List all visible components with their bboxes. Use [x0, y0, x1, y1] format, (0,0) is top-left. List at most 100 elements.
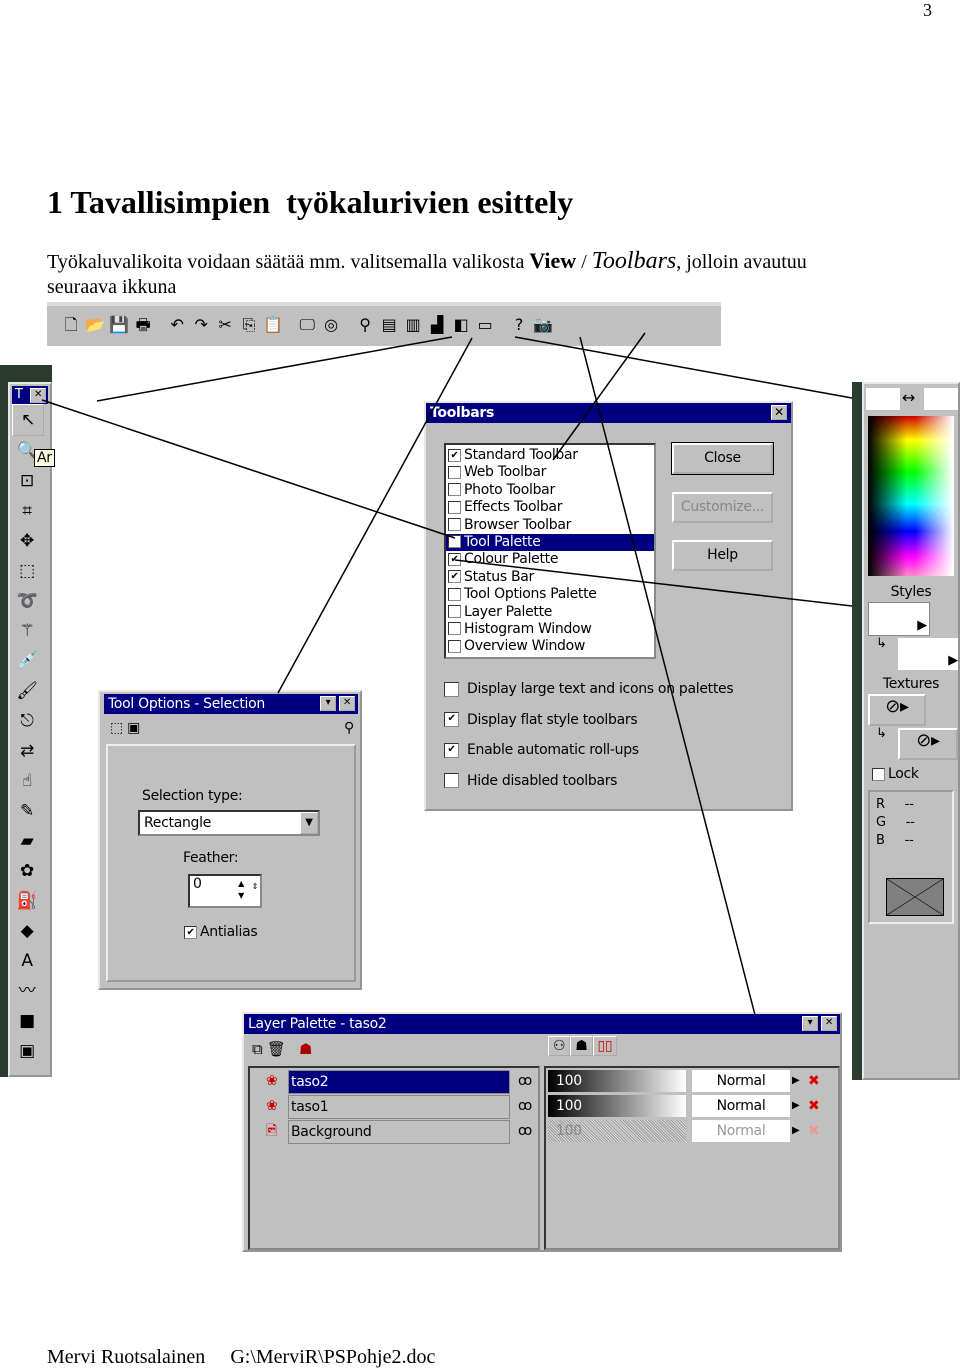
tool-options-icon[interactable]: ▤: [377, 313, 401, 337]
dropper-icon[interactable]: 💉: [12, 646, 42, 676]
visibility-icon[interactable]: ꝏ: [518, 1095, 532, 1117]
feather-input[interactable]: 0 ▲ ▼ ⇕: [188, 874, 262, 908]
text-icon[interactable]: A: [12, 946, 42, 976]
dialog-close-icon[interactable]: ✕: [771, 405, 787, 420]
visibility-icon[interactable]: ꝏ: [518, 1120, 532, 1142]
toolbars-icon[interactable]: ⚲: [353, 313, 377, 337]
tab-groups[interactable]: ▯▯: [592, 1036, 618, 1056]
rollup-icon[interactable]: ▾: [802, 1016, 818, 1031]
swap-arrow-icon[interactable]: ↳: [876, 636, 887, 651]
print-icon[interactable]: 🖶: [131, 313, 155, 337]
deform-icon[interactable]: ⊡: [12, 466, 42, 496]
help-icon[interactable]: ?: [507, 313, 531, 337]
object-selector-icon[interactable]: ▣: [12, 1036, 42, 1066]
lock-transparency-icon[interactable]: ✖: [808, 1070, 820, 1092]
option-checkbox[interactable]: Hide disabled toolbars: [444, 773, 733, 804]
close-icon[interactable]: ✕: [821, 1016, 837, 1031]
new-icon[interactable]: 🗋: [59, 313, 83, 337]
redo-icon[interactable]: ↷: [189, 313, 213, 337]
lock-transparency-icon[interactable]: ✖: [808, 1095, 820, 1117]
arrow-right-icon[interactable]: ▶: [792, 1095, 800, 1117]
help-button[interactable]: Help: [672, 540, 773, 571]
opacity-slider[interactable]: 100: [548, 1120, 686, 1142]
checkbox[interactable]: [448, 587, 461, 601]
lock-transparency-icon[interactable]: ✖: [808, 1120, 820, 1142]
draw-icon[interactable]: 〰: [12, 976, 42, 1006]
rollup-icon[interactable]: ▾: [320, 696, 336, 711]
copy-icon[interactable]: ⎘: [237, 313, 261, 337]
layer-name[interactable]: taso1: [288, 1095, 510, 1119]
options-tab-icon[interactable]: ⚲: [344, 720, 354, 736]
toolbar-list-item[interactable]: Histogram Window: [446, 621, 654, 638]
undo-icon[interactable]: ↶: [165, 313, 189, 337]
foreground-texture[interactable]: ⊘▸: [868, 694, 926, 726]
selection-icon[interactable]: ⬚: [12, 556, 42, 586]
new-layer-icon[interactable]: ⧉: [252, 1040, 263, 1058]
arrow-right-icon[interactable]: ▶: [792, 1120, 800, 1142]
crop-icon[interactable]: ⌗: [12, 496, 42, 526]
layers-icon[interactable]: ◧: [449, 313, 473, 337]
background-texture[interactable]: ⊘▸: [898, 728, 958, 760]
tab-mask[interactable]: ☗: [570, 1036, 593, 1056]
checkbox[interactable]: [444, 681, 459, 697]
chevron-down-icon[interactable]: ▼: [300, 812, 318, 834]
toolbar-list-item[interactable]: Overview Window: [446, 638, 654, 655]
checkbox[interactable]: [444, 773, 459, 788]
scratch-remover-icon[interactable]: ✎: [12, 796, 42, 826]
blend-mode-select[interactable]: Normal: [692, 1070, 790, 1092]
foreground-swatch[interactable]: [866, 388, 900, 410]
checkbox[interactable]: ✔: [448, 552, 461, 566]
opacity-slider[interactable]: 100: [548, 1095, 686, 1117]
dropdown-icon[interactable]: ⇕: [252, 882, 259, 891]
close-button[interactable]: Close: [671, 442, 774, 475]
color-palette-icon[interactable]: ▥: [401, 313, 425, 337]
checkbox[interactable]: ✔: [448, 535, 461, 549]
cut-icon[interactable]: ✂: [213, 313, 237, 337]
magic-wand-icon[interactable]: ⚚: [12, 616, 42, 646]
twain-icon[interactable]: 📷: [531, 313, 555, 337]
swap-icon[interactable]: ↔: [902, 388, 915, 407]
layer-row[interactable]: ❀ taso2 ꝏ: [250, 1070, 538, 1094]
paintbrush-icon[interactable]: 🖌: [12, 676, 42, 706]
freehand-icon[interactable]: ➰: [12, 586, 42, 616]
option-checkbox[interactable]: Display large text and icons on palettes: [444, 681, 734, 712]
checkbox[interactable]: ✔: [448, 448, 461, 462]
layer-row[interactable]: 🖻 Background ꝏ: [250, 1120, 538, 1144]
toolbar-list-item[interactable]: Layer Palette: [446, 604, 654, 621]
layer-row[interactable]: ❀ taso1 ꝏ: [250, 1095, 538, 1119]
toolbar-list-item[interactable]: Photo Toolbar: [446, 482, 654, 499]
checkbox[interactable]: [448, 622, 461, 636]
airbrush-icon[interactable]: ⛽: [12, 886, 42, 916]
preset-shapes-icon[interactable]: ■: [12, 1006, 42, 1036]
paste-icon[interactable]: 📋: [261, 313, 285, 337]
arrow-icon[interactable]: ↖: [12, 404, 44, 436]
checkbox[interactable]: ✔: [444, 712, 459, 727]
save-icon[interactable]: 💾: [107, 313, 131, 337]
selection-type-select[interactable]: Rectangle ▼: [138, 810, 320, 836]
picture-tube-icon[interactable]: ✿: [12, 856, 42, 886]
flood-fill-icon[interactable]: ◆: [12, 916, 42, 946]
full-screen-icon[interactable]: 🖵: [295, 313, 319, 337]
option-checkbox[interactable]: ✔ Display flat style toolbars: [444, 712, 733, 743]
tab-visibility[interactable]: ⚇: [548, 1036, 571, 1056]
toolbar-list-item[interactable]: ✔ Standard Toolbar: [446, 447, 654, 464]
checkbox[interactable]: ✔: [448, 570, 461, 584]
checkbox[interactable]: ✔: [444, 742, 459, 758]
checkbox[interactable]: [448, 465, 461, 479]
checkbox[interactable]: [448, 500, 461, 514]
customize-button[interactable]: Customize...: [672, 492, 773, 523]
layer-name[interactable]: taso2: [288, 1070, 510, 1094]
mask-icon[interactable]: ☗: [299, 1040, 312, 1058]
toolbar-list-item[interactable]: Tool Options Palette: [446, 586, 654, 603]
checkbox[interactable]: [448, 639, 461, 653]
antialias-checkbox[interactable]: ✔ Antialias: [184, 924, 258, 940]
delete-layer-icon[interactable]: 🗑: [267, 1040, 286, 1058]
mover-icon[interactable]: ✥: [12, 526, 42, 556]
toolbar-list-item[interactable]: ✔ Colour Palette: [446, 551, 654, 568]
lock-checkbox[interactable]: Lock: [872, 766, 956, 782]
histogram-icon[interactable]: ▟: [425, 313, 449, 337]
arrow-right-icon[interactable]: ▶: [792, 1070, 800, 1092]
checkbox[interactable]: [448, 518, 461, 532]
visibility-icon[interactable]: ꝏ: [518, 1070, 532, 1092]
color-replacer-icon[interactable]: ⇄: [12, 736, 42, 766]
